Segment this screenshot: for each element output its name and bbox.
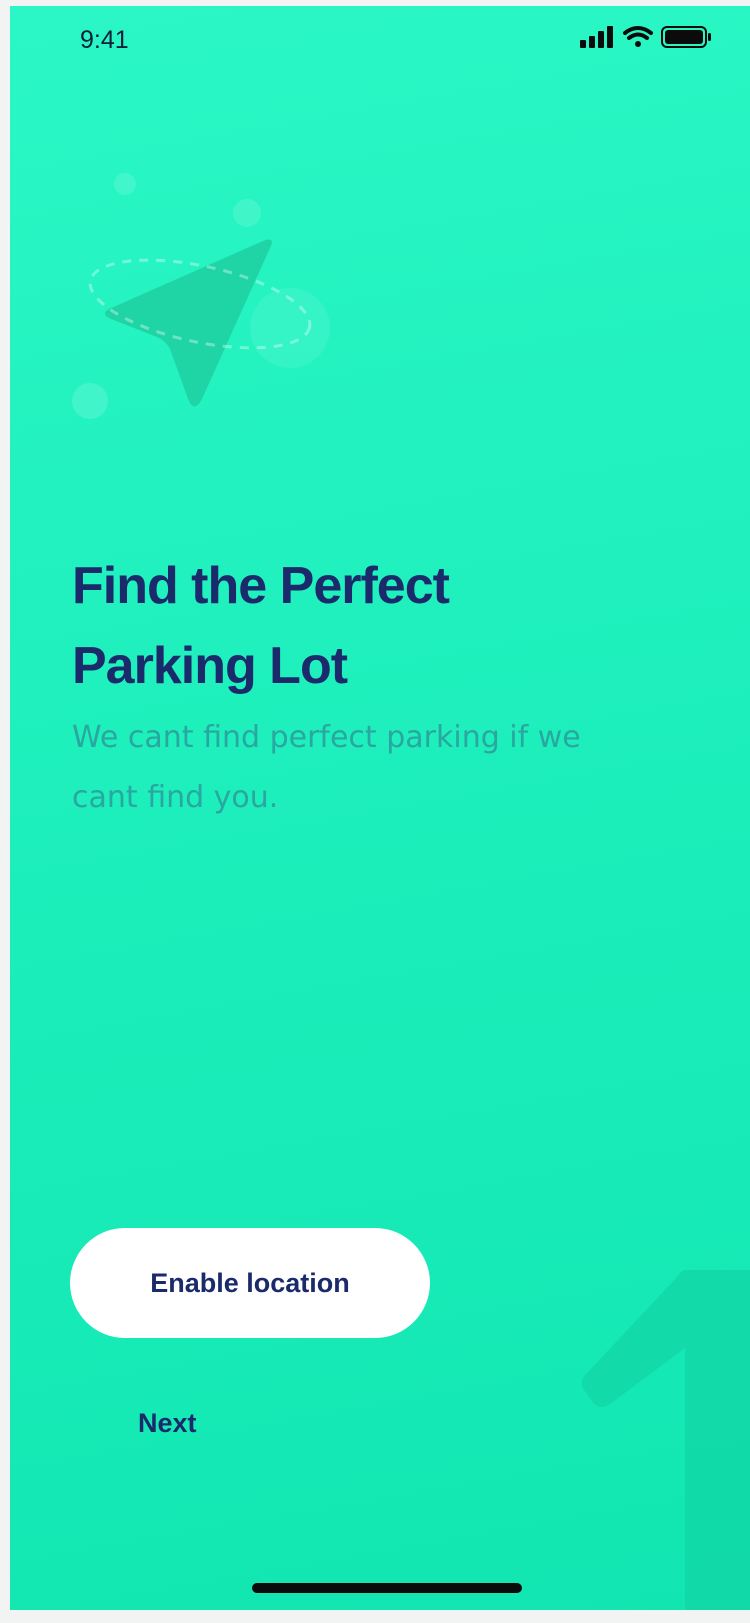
navigation-arrow-icon — [72, 173, 330, 419]
page-subtitle: We cant find perfect parking if we cant … — [72, 720, 581, 815]
page-title: Find the Perfect Parking Lot — [72, 546, 672, 706]
enable-location-button[interactable]: Enable location — [70, 1228, 430, 1338]
battery-icon — [661, 26, 711, 48]
home-indicator — [252, 1583, 522, 1593]
next-link[interactable]: Next — [138, 1408, 197, 1439]
status-bar: 9:41 — [10, 6, 750, 76]
step-number-decoration — [581, 1270, 750, 1610]
page-title-line-1: Find the Perfect — [72, 557, 450, 615]
cellular-signal-icon — [580, 26, 613, 48]
page-title-line-2: Parking Lot — [72, 637, 348, 695]
status-icons — [580, 26, 711, 48]
wifi-icon — [623, 26, 653, 47]
onboarding-screen: 9:41 Find the Perfect Parking Lot We can… — [10, 6, 750, 1610]
status-time: 9:41 — [80, 26, 129, 54]
